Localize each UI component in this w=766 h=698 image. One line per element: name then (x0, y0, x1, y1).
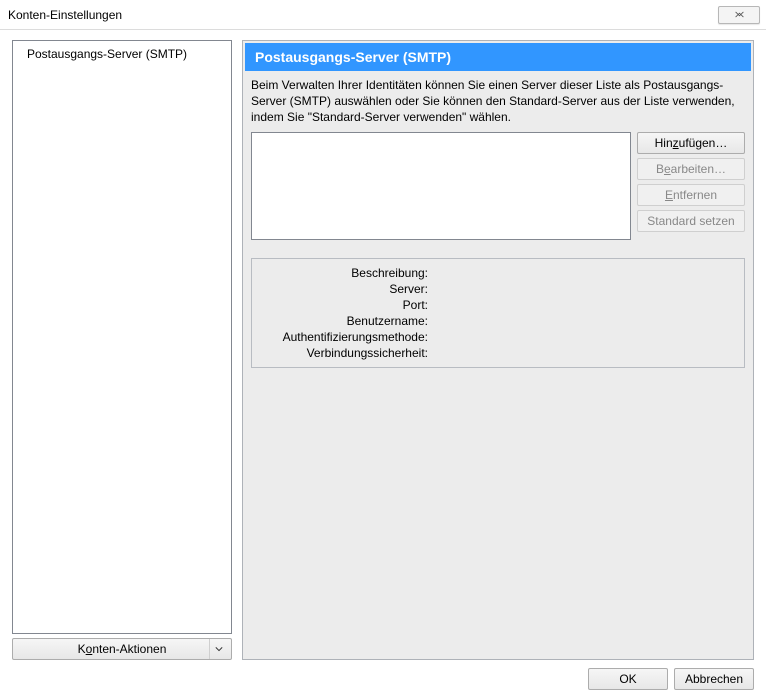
cancel-button[interactable]: Abbrechen (674, 668, 754, 690)
titlebar: Konten-Einstellungen (0, 0, 766, 30)
value-sec (432, 346, 736, 360)
value-benutzer (432, 314, 736, 328)
account-tree[interactable]: Postausgangs-Server (SMTP) (12, 40, 232, 634)
edit-button[interactable]: Bearbeiten… (637, 158, 745, 180)
chevron-down-icon (209, 639, 227, 659)
ok-button[interactable]: OK (588, 668, 668, 690)
close-icon (733, 8, 746, 22)
label-server: Server: (260, 282, 428, 296)
label-sec: Verbindungssicherheit: (260, 346, 428, 360)
window-title: Konten-Einstellungen (8, 8, 122, 22)
tree-item-label: Postausgangs-Server (SMTP) (27, 47, 187, 61)
value-server (432, 282, 736, 296)
label-port: Port: (260, 298, 428, 312)
value-beschreibung (432, 266, 736, 280)
panel-description: Beim Verwalten Ihrer Identitäten können … (251, 77, 745, 126)
value-port (432, 298, 736, 312)
label-auth: Authentifizierungsmethode: (260, 330, 428, 344)
details-box: Beschreibung: Server: Port: Benutzername… (251, 258, 745, 368)
client-area: Postausgangs-Server (SMTP) Konten-Aktion… (0, 30, 766, 698)
remove-button[interactable]: Entfernen (637, 184, 745, 206)
add-button[interactable]: Hinzufügen… (637, 132, 745, 154)
left-column: Postausgangs-Server (SMTP) Konten-Aktion… (12, 40, 232, 660)
account-actions-label: Konten-Aktionen (78, 642, 167, 656)
label-beschreibung: Beschreibung: (260, 266, 428, 280)
default-button[interactable]: Standard setzen (637, 210, 745, 232)
account-actions-button[interactable]: Konten-Aktionen (12, 638, 232, 660)
panel-header: Postausgangs-Server (SMTP) (245, 43, 751, 71)
tree-item-smtp[interactable]: Postausgangs-Server (SMTP) (13, 43, 231, 65)
server-list[interactable] (251, 132, 631, 240)
close-button[interactable] (718, 6, 760, 24)
label-benutzer: Benutzername: (260, 314, 428, 328)
value-auth (432, 330, 736, 344)
right-panel: Postausgangs-Server (SMTP) Beim Verwalte… (242, 40, 754, 660)
